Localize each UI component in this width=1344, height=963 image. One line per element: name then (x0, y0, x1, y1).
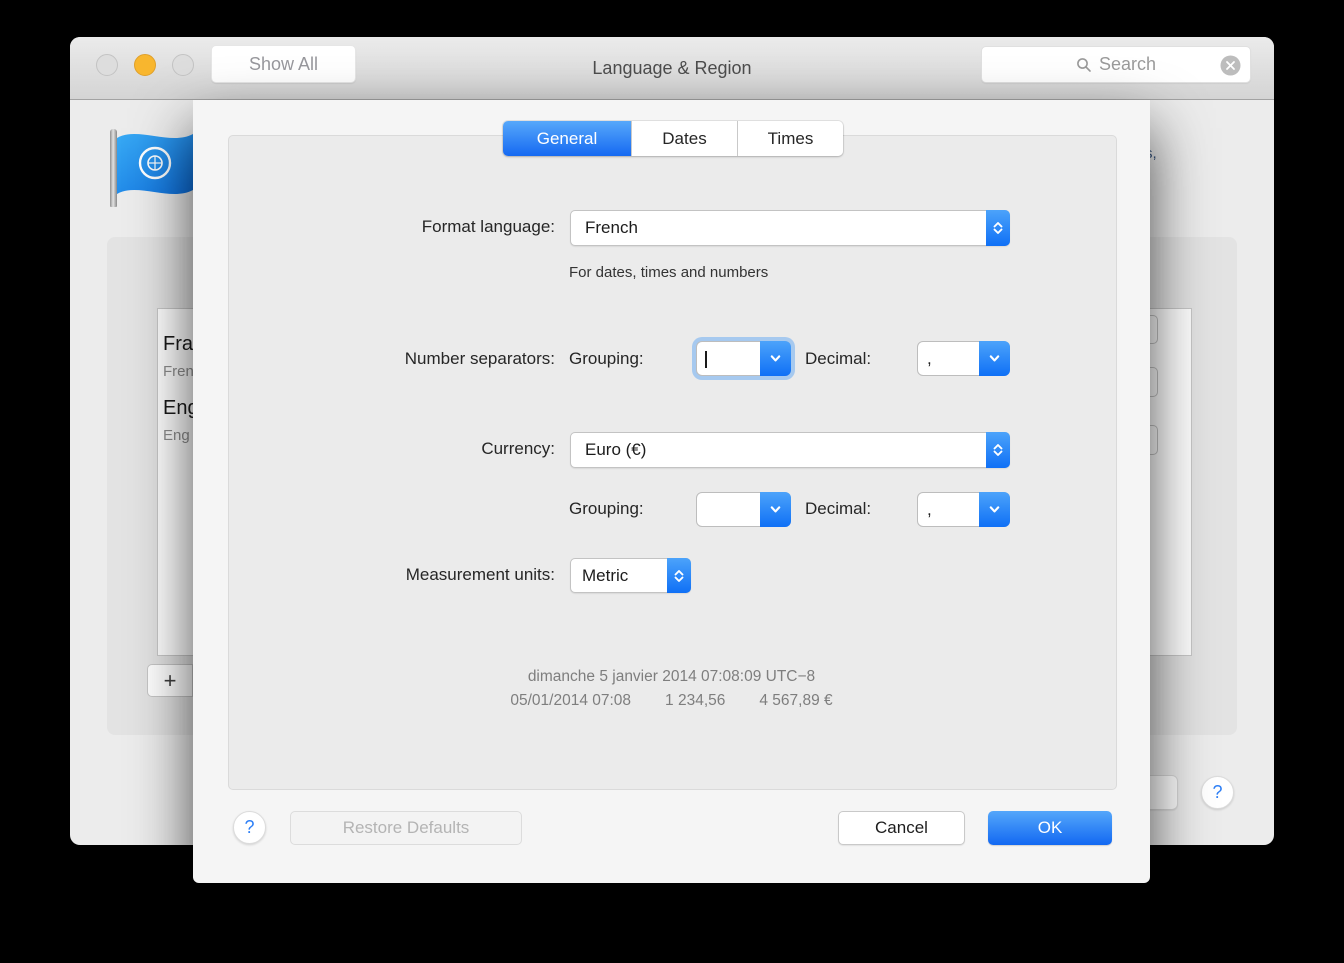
grouping-label: Grouping: (569, 349, 644, 369)
ok-button[interactable]: OK (988, 811, 1112, 845)
add-language-button[interactable]: + (147, 664, 193, 697)
measurement-units-popup[interactable]: Metric (570, 558, 691, 593)
list-item-sublabel: Fren (163, 363, 194, 380)
un-flag-icon (115, 128, 195, 210)
plus-icon: + (164, 668, 177, 694)
search-placeholder: Search (1099, 54, 1156, 75)
popup-chevrons-icon (986, 432, 1010, 468)
cancel-button[interactable]: Cancel (838, 811, 965, 845)
tab-bar: General Dates Times (503, 121, 843, 156)
preview-date: 05/01/2014 07:08 (510, 692, 631, 710)
currency-decimal-combobox[interactable]: , (917, 492, 1010, 527)
list-item-language[interactable]: Fra (163, 333, 193, 356)
number-decimal-combobox[interactable]: , (917, 341, 1010, 376)
tab-times[interactable]: Times (737, 121, 843, 156)
search-icon (1076, 57, 1092, 73)
format-language-label: Format language: (193, 217, 555, 237)
currency-decimal-label: Decimal: (805, 499, 871, 519)
toolbar: Language & Region Show All Search (70, 37, 1274, 100)
measurement-units-label: Measurement units: (193, 565, 555, 585)
tab-dates[interactable]: Dates (631, 121, 737, 156)
format-language-help: For dates, times and numbers (569, 264, 768, 281)
window-help-button[interactable]: ? (1201, 776, 1234, 809)
preview-number: 1 234,56 (665, 692, 725, 710)
decimal-label: Decimal: (805, 349, 871, 369)
number-separators-label: Number separators: (193, 349, 555, 369)
popup-chevrons-icon (667, 558, 691, 593)
format-preview-line2: 05/01/2014 07:08 1 234,56 4 567,89 € (193, 692, 1150, 710)
text-caret (705, 351, 707, 368)
combo-chevron-icon[interactable] (760, 341, 791, 376)
language-region-sheet: General Dates Times Format language: Fre… (193, 100, 1150, 883)
close-button[interactable] (96, 54, 118, 76)
combo-chevron-icon[interactable] (979, 341, 1010, 376)
sheet-help-button[interactable]: ? (233, 811, 266, 844)
number-grouping-combobox[interactable] (696, 341, 791, 376)
question-icon: ? (244, 817, 254, 838)
restore-defaults-button[interactable]: Restore Defaults (290, 811, 522, 845)
search-input[interactable]: Search (981, 46, 1251, 83)
clear-search-icon[interactable] (1220, 55, 1241, 76)
list-item-sublabel: Eng (163, 427, 190, 444)
zoom-button[interactable] (172, 54, 194, 76)
currency-popup[interactable]: Euro (€) (570, 432, 1010, 468)
preview-currency: 4 567,89 € (759, 692, 832, 710)
format-language-popup[interactable]: French (570, 210, 1010, 246)
question-icon: ? (1212, 782, 1222, 803)
currency-label: Currency: (193, 439, 555, 459)
combo-chevron-icon[interactable] (760, 492, 791, 527)
format-preview-line1: dimanche 5 janvier 2014 07:08:09 UTC−8 (193, 668, 1150, 686)
popup-chevrons-icon (986, 210, 1010, 246)
tab-general[interactable]: General (503, 121, 631, 156)
minimize-button[interactable] (134, 54, 156, 76)
currency-grouping-label: Grouping: (569, 499, 644, 519)
show-all-button[interactable]: Show All (211, 45, 356, 83)
currency-grouping-combobox[interactable] (696, 492, 791, 527)
combo-chevron-icon[interactable] (979, 492, 1010, 527)
